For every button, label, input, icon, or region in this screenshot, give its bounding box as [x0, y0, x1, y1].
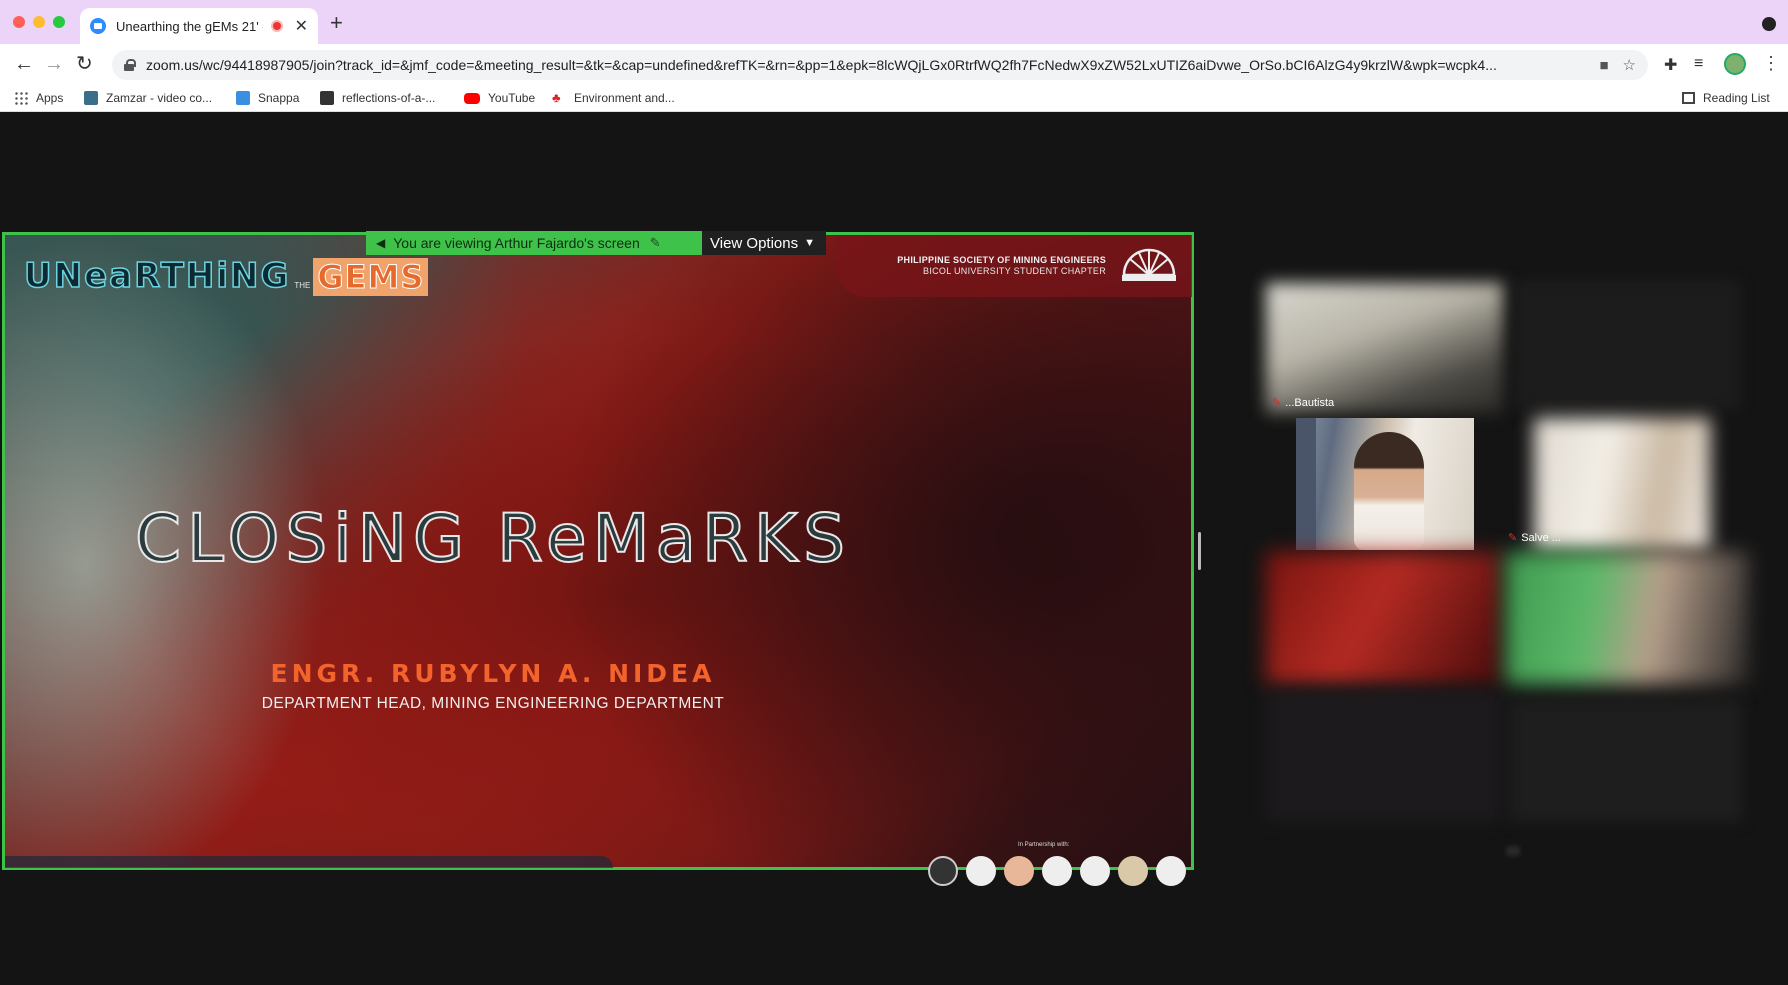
tab-title: Unearthing the gEMs 21' -	[116, 18, 263, 34]
snappa-icon	[236, 91, 250, 105]
slide-title: CLOSiNG ReMaRKS	[134, 499, 852, 578]
participant-video-tile[interactable]	[1514, 280, 1740, 410]
tab-close-button[interactable]: ✕	[295, 16, 308, 36]
window-close-button[interactable]	[13, 16, 25, 28]
bookmark-label: YouTube	[488, 91, 536, 105]
chevron-down-icon: ▼	[804, 237, 815, 249]
org-chapter: BICOL UNIVERSITY STUDENT CHAPTER	[923, 266, 1106, 276]
profile-avatar[interactable]	[1724, 53, 1746, 75]
browser-menu-icon[interactable]: ⋮	[1762, 53, 1780, 74]
bookmark-label: Apps	[36, 91, 64, 105]
lock-icon[interactable]	[124, 59, 136, 71]
partner-logo	[928, 856, 958, 886]
reading-list-icon	[1682, 92, 1695, 104]
url-text[interactable]: zoom.us/wc/94418987905/join?track_id=&jm…	[146, 57, 1585, 73]
speaker-role: DEPARTMENT HEAD, MINING ENGINEERING DEPA…	[261, 695, 725, 712]
browser-tab-strip: Unearthing the gEMs 21' - ✕ +	[0, 0, 1788, 44]
participant-name: ...Bautista	[1285, 396, 1335, 409]
splitter-handle[interactable]	[1198, 532, 1201, 570]
event-logo: UNeaRTHiNG THE GEMS	[23, 255, 429, 297]
video-background	[1296, 418, 1316, 550]
reading-list-label: Reading List	[1703, 91, 1770, 105]
zamzar-icon	[84, 91, 98, 105]
partner-logo	[966, 856, 996, 886]
bookmark-apps[interactable]: Apps	[14, 91, 63, 105]
speaker-icon: ◀	[376, 236, 386, 250]
partner-logo	[1004, 856, 1034, 886]
browser-toolbar: ← → ↻ zoom.us/wc/94418987905/join?track_…	[0, 44, 1788, 86]
back-arrow-icon[interactable]: ←	[14, 53, 34, 75]
camera-icon[interactable]: ■	[1599, 57, 1608, 74]
partner-logo	[1156, 856, 1186, 886]
mic-off-icon: ✎	[649, 235, 661, 250]
bookmark-youtube[interactable]: YouTube	[464, 91, 535, 105]
bookmark-environment[interactable]: ♣ Environment and...	[552, 90, 675, 106]
bookmark-label: Environment and...	[574, 91, 675, 105]
new-tab-button[interactable]: +	[330, 10, 343, 36]
forward-arrow-icon[interactable]: →	[44, 53, 64, 75]
participant-video-tile[interactable]	[1266, 283, 1503, 413]
recording-indicator-icon	[270, 20, 283, 32]
reload-icon[interactable]: ↻	[76, 53, 93, 75]
participant-name-label: ✎ Salve ...	[1508, 531, 1561, 545]
bookmark-label: reflections-of-a-...	[342, 91, 436, 105]
bookmark-star-icon[interactable]: ☆	[1623, 56, 1636, 74]
slide-footer-strip	[5, 856, 613, 868]
bookmark-snappa[interactable]: Snappa	[236, 91, 299, 105]
maple-leaf-icon: ♣	[552, 90, 561, 105]
logo-gems-text: GEMS	[313, 258, 429, 297]
page-icon	[320, 91, 334, 105]
bookmark-label: Snappa	[258, 91, 300, 105]
partner-logos	[928, 856, 1186, 886]
reading-list-button[interactable]: Reading List	[1682, 91, 1770, 105]
window-zoom-button[interactable]	[53, 16, 65, 28]
participant-video-tile[interactable]	[1266, 690, 1502, 822]
participant-person	[1354, 432, 1424, 550]
bookmark-label: Zamzar - video co...	[106, 91, 213, 105]
browser-tab-active[interactable]: Unearthing the gEMs 21' - ✕	[80, 8, 318, 44]
viewing-banner-text: You are viewing Arthur Fajardo's screen	[393, 235, 640, 251]
organization-badge: PHILIPPINE SOCIETY OF MINING ENGINEERS B…	[836, 235, 1192, 297]
participant-name-label: ✎ ...Bautista	[1272, 396, 1335, 410]
partner-logo	[1118, 856, 1148, 886]
media-queue-icon[interactable]: ≡	[1694, 55, 1703, 73]
youtube-icon	[464, 92, 480, 104]
org-name: PHILIPPINE SOCIETY OF MINING ENGINEERS	[897, 255, 1106, 265]
zoom-favicon-icon	[90, 18, 106, 34]
apps-grid-icon	[14, 91, 28, 105]
window-minimize-button[interactable]	[33, 16, 45, 28]
logo-unearthing-text: UNeaRTHiNG	[23, 255, 291, 297]
extensions-puzzle-icon[interactable]: ✚	[1664, 55, 1677, 75]
view-options-label: View Options	[710, 234, 799, 252]
participant-video-tile[interactable]	[1510, 700, 1742, 822]
participant-name: Salve ...	[1521, 531, 1561, 544]
viewing-screen-banner: ◀ You are viewing Arthur Fajardo's scree…	[366, 231, 702, 255]
psem-emblem-icon	[1122, 248, 1176, 281]
partner-logo	[1042, 856, 1072, 886]
logo-the-text: THE	[294, 281, 311, 290]
participant-video-tile[interactable]	[1266, 552, 1501, 684]
partnership-label: In Partnership with:	[1018, 842, 1070, 848]
participant-video-tile[interactable]	[1296, 418, 1474, 550]
speaker-name: ENGR. RUBYLYN A. NIDEA	[270, 659, 716, 688]
bookmark-zamzar[interactable]: Zamzar - video co...	[84, 91, 212, 105]
participant-video-tile[interactable]	[1506, 552, 1748, 684]
view-options-button[interactable]: View Options ▼	[702, 231, 826, 255]
mic-muted-icon: ✎	[1508, 532, 1518, 544]
address-bar[interactable]: zoom.us/wc/94418987905/join?track_id=&jm…	[112, 50, 1648, 80]
tab-search-icon[interactable]	[1762, 17, 1776, 31]
gallery-page-handle[interactable]	[1506, 846, 1520, 856]
partner-logo	[1080, 856, 1110, 886]
bookmark-reflections[interactable]: reflections-of-a-...	[320, 91, 435, 105]
mic-muted-icon: ✎	[1272, 397, 1282, 409]
bookmarks-bar: Apps Zamzar - video co... Snappa reflect…	[0, 86, 1788, 112]
